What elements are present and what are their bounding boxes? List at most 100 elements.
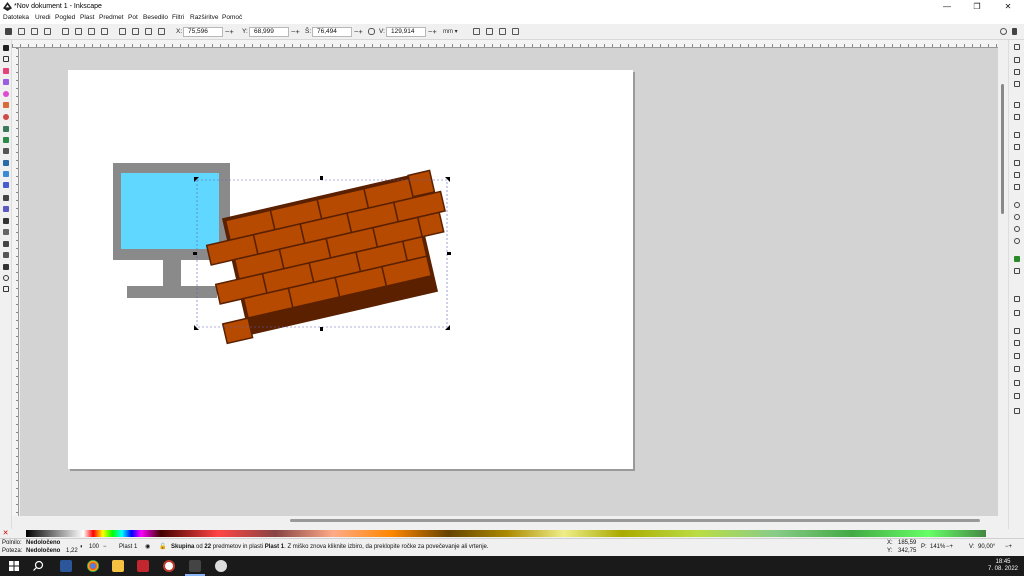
search-icon[interactable] <box>32 560 44 572</box>
scale-stroke-icon[interactable] <box>473 28 480 35</box>
open-file-icon[interactable] <box>1014 57 1020 63</box>
move-gradients-icon[interactable] <box>499 28 506 35</box>
raise-icon[interactable] <box>101 28 108 35</box>
canvas[interactable] <box>20 48 998 516</box>
width-stepper[interactable]: −+ <box>354 27 363 36</box>
brick-wall-graphic[interactable] <box>200 169 463 345</box>
paste-icon[interactable] <box>1014 184 1020 190</box>
zoom-stepper[interactable]: −+ <box>946 544 953 550</box>
media-app-icon[interactable] <box>137 560 149 572</box>
no-paint-swatch[interactable]: ✕ <box>2 530 9 537</box>
duplicate-icon[interactable] <box>1014 256 1020 262</box>
menu-datoteka[interactable]: Datoteka <box>3 14 29 21</box>
select-all-layers-icon[interactable] <box>18 28 25 35</box>
snap-toggle-icon[interactable] <box>1000 28 1007 35</box>
rotation-field[interactable]: 90,00° <box>978 544 995 550</box>
opera-app-icon[interactable] <box>163 560 175 572</box>
maximize-button[interactable]: ❐ <box>962 1 992 12</box>
ellipse-tool-icon[interactable] <box>3 91 9 97</box>
opacity-value[interactable]: 100 <box>89 544 99 550</box>
chrome-app-icon[interactable] <box>87 560 99 572</box>
vertical-scrollbar[interactable] <box>998 48 1008 516</box>
clone-icon[interactable] <box>1014 268 1020 274</box>
zoom-drawing-icon[interactable] <box>1014 214 1020 220</box>
calligraphy-tool-icon[interactable] <box>3 148 9 154</box>
cut-icon[interactable] <box>1014 172 1020 178</box>
rotation-stepper[interactable]: −+ <box>1005 544 1012 550</box>
minimize-button[interactable]: — <box>932 1 962 12</box>
windows-start-icon[interactable] <box>8 560 20 572</box>
monitor-graphic[interactable] <box>113 163 230 298</box>
menu-plast[interactable]: Plast <box>80 14 94 21</box>
x-field[interactable]: 75,596 <box>183 27 223 37</box>
dropper-tool-icon[interactable] <box>3 195 9 201</box>
paint-bucket-tool-icon[interactable] <box>3 218 9 224</box>
palette-swatches[interactable] <box>26 530 986 537</box>
text-tool-icon[interactable] <box>3 160 9 166</box>
x-stepper[interactable]: −+ <box>225 27 234 36</box>
tweak-tool-icon[interactable] <box>3 229 9 235</box>
select-all-icon[interactable] <box>5 28 12 35</box>
save-icon[interactable] <box>1014 69 1020 75</box>
y-stepper[interactable]: −+ <box>291 27 300 36</box>
fill-stroke-icon[interactable] <box>1014 328 1020 334</box>
zoom-tool-icon[interactable] <box>3 275 9 281</box>
measure-tool-icon[interactable] <box>3 264 9 270</box>
spiral-tool-icon[interactable] <box>3 114 9 120</box>
export-icon[interactable] <box>1014 114 1020 120</box>
align-icon[interactable] <box>145 28 152 35</box>
redo-icon[interactable] <box>1014 144 1020 150</box>
undo-icon[interactable] <box>1014 132 1020 138</box>
pen-tool-icon[interactable] <box>3 137 9 143</box>
word-app-icon[interactable] <box>60 560 72 572</box>
flip-horizontal-icon[interactable] <box>62 28 69 35</box>
zoom-field[interactable]: 141% <box>930 544 945 550</box>
menu-razsiritve[interactable]: Razširitve <box>190 14 219 21</box>
zoom-page-icon[interactable] <box>1014 226 1020 232</box>
horizontal-scroll-thumb[interactable] <box>290 519 980 522</box>
width-field[interactable]: 76,494 <box>312 27 352 37</box>
system-clock[interactable]: 18:45 7. 08. 2022 <box>984 559 1022 573</box>
drawing[interactable] <box>68 70 633 469</box>
distribute-icon[interactable] <box>158 28 165 35</box>
snap-menu-icon[interactable] <box>1012 28 1017 35</box>
zoom-selection-icon[interactable] <box>1014 202 1020 208</box>
deselect-icon[interactable] <box>31 28 38 35</box>
lock-icon[interactable] <box>368 28 375 35</box>
group-icon[interactable] <box>1014 296 1020 302</box>
connector-tool-icon[interactable] <box>3 206 9 212</box>
vertical-ruler[interactable] <box>12 48 19 516</box>
layer-visibility-icon[interactable]: ◉ <box>145 543 150 550</box>
menu-predmet[interactable]: Predmet <box>99 14 124 21</box>
horizontal-scrollbar[interactable] <box>20 516 998 526</box>
menu-besedilo[interactable]: Besedilo <box>143 14 168 21</box>
stroke-width-value[interactable]: 1,22 <box>66 548 78 554</box>
stroke-indicator[interactable]: Nedoločeno <box>26 548 60 554</box>
mesh-tool-icon[interactable] <box>3 182 9 188</box>
spray-tool-icon[interactable] <box>3 241 9 247</box>
move-patterns-icon[interactable] <box>512 28 519 35</box>
horizontal-ruler[interactable] <box>12 40 998 48</box>
vertical-scroll-thumb[interactable] <box>1001 84 1004 214</box>
3d-box-tool-icon[interactable] <box>3 79 9 85</box>
lower-icon[interactable] <box>119 28 126 35</box>
height-stepper[interactable]: −+ <box>428 27 437 36</box>
height-field[interactable]: 129,914 <box>386 27 426 37</box>
rotate-ccw-icon[interactable] <box>44 28 51 35</box>
unit-select[interactable]: mm ▾ <box>443 27 463 37</box>
import-icon[interactable] <box>1014 102 1020 108</box>
gradient-tool-icon[interactable] <box>3 171 9 177</box>
selector-tool-icon[interactable] <box>3 45 9 51</box>
fill-indicator[interactable]: Nedoločeno <box>26 540 60 546</box>
y-field[interactable]: 68,999 <box>249 27 289 37</box>
star-tool-icon[interactable] <box>3 102 9 108</box>
file-explorer-icon[interactable] <box>112 560 124 572</box>
layer-selector[interactable]: Plast 1 <box>119 544 137 550</box>
eraser-tool-icon[interactable] <box>3 252 9 258</box>
lower-to-bottom-icon[interactable] <box>132 28 139 35</box>
raise-to-top-icon[interactable] <box>88 28 95 35</box>
menu-pogled[interactable]: Pogled <box>55 14 75 21</box>
inkscape-taskbar-icon[interactable] <box>189 560 201 572</box>
close-button[interactable]: ✕ <box>993 1 1023 12</box>
document-properties-icon[interactable] <box>1014 393 1020 399</box>
